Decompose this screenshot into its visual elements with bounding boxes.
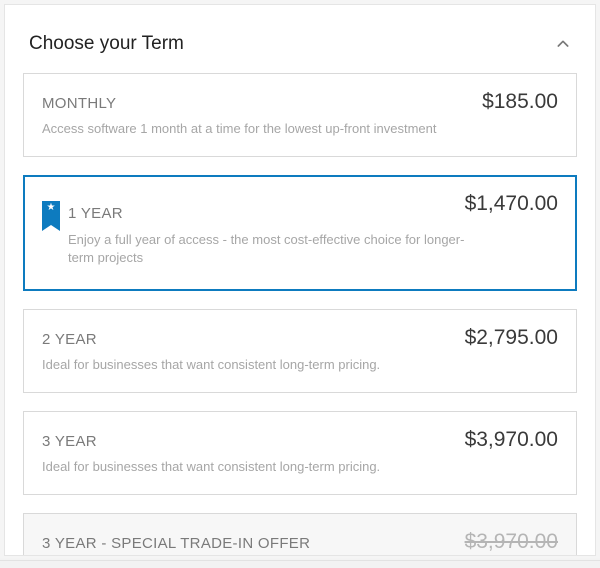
option-price: $185.00 [482,90,558,114]
price-stack: $3,970.00 $2,779.00 [465,530,558,556]
bottom-bar [0,560,600,568]
option-price: $1,470.00 [465,192,558,216]
option-title: 3 YEAR - SPECIAL TRADE-IN OFFER [42,535,310,552]
option-price-original: $3,970.00 [465,530,558,554]
option-price-offer: $2,779.00 [465,554,558,556]
option-title: MONTHLY [42,95,116,112]
section-title: Choose your Term [29,33,184,55]
term-option-1year[interactable]: ★ 1 YEAR $1,470.00 Enjoy a full year of … [23,175,577,290]
term-option-monthly[interactable]: MONTHLY $185.00 Access software 1 month … [23,73,577,157]
option-desc: Enjoy a full year of access - the most c… [68,231,468,267]
term-option-3year[interactable]: 3 YEAR $3,970.00 Ideal for businesses th… [23,411,577,495]
option-title: 3 YEAR [42,433,97,450]
chevron-up-icon [555,36,571,52]
option-title: 2 YEAR [42,331,97,348]
option-desc: Access software 1 month at a time for th… [42,120,442,138]
option-desc: Ideal for businesses that want consisten… [42,356,442,374]
option-price: $2,795.00 [465,326,558,350]
option-title: 1 YEAR [68,205,123,222]
term-panel: Choose your Term MONTHLY $185.00 Access … [4,4,596,556]
term-option-2year[interactable]: 2 YEAR $2,795.00 Ideal for businesses th… [23,309,577,393]
term-option-3year-tradein[interactable]: 3 YEAR - SPECIAL TRADE-IN OFFER $3,970.0… [23,513,577,556]
option-price: $3,970.00 [465,428,558,452]
option-desc: Ideal for businesses that want consisten… [42,458,442,476]
star-ribbon-icon: ★ [42,201,60,225]
section-header[interactable]: Choose your Term [23,5,577,73]
